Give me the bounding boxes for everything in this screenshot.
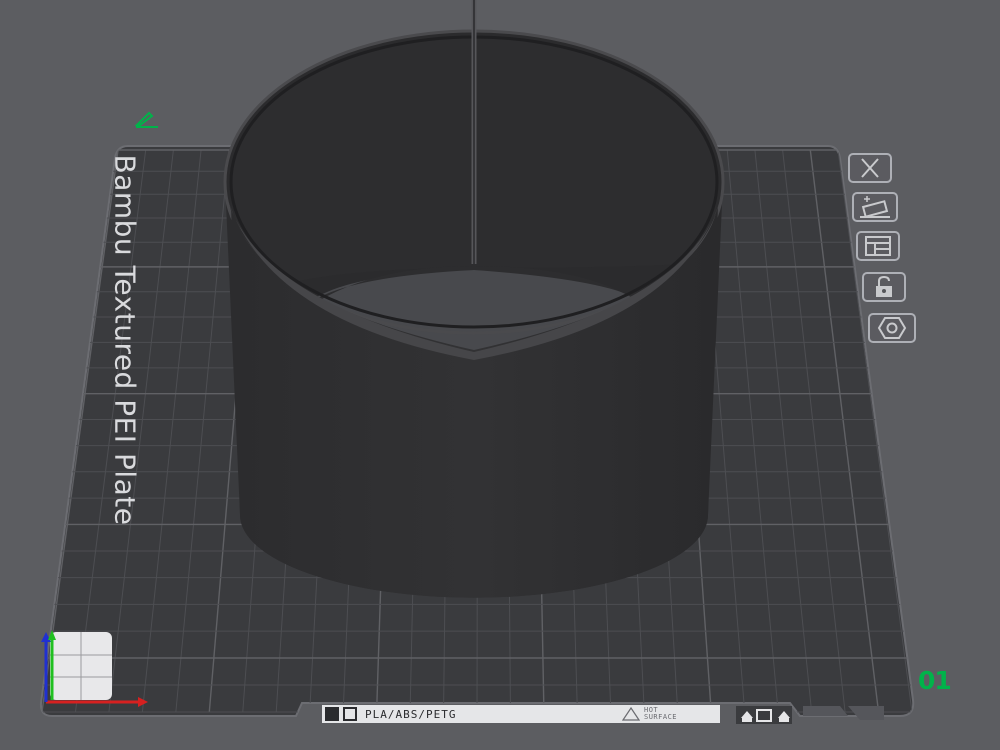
close-plate-button[interactable] xyxy=(848,153,892,183)
plate-tabs xyxy=(736,706,884,724)
arrange-icon xyxy=(863,234,893,258)
lock-icon xyxy=(871,275,897,299)
cylinder-model xyxy=(223,0,725,598)
arrange-button[interactable] xyxy=(856,231,900,261)
edit-icon[interactable] xyxy=(134,106,160,128)
material-text: PLA/ABS/PETG xyxy=(365,707,457,721)
plate-settings-button[interactable] xyxy=(868,313,916,343)
qr-code-icon xyxy=(325,707,339,721)
warning-triangle-icon xyxy=(622,707,640,721)
hot-surface-text: HOT SURFACE xyxy=(644,706,678,721)
auto-orient-button[interactable] xyxy=(852,192,898,222)
plate-number[interactable]: 01 xyxy=(918,666,952,695)
plate-name-label: Bambu Textured PEI Plate xyxy=(108,154,142,526)
3d-viewport[interactable]: Bambu Textured PEI Plate 01 PLA/ABS/PETG… xyxy=(0,0,1000,750)
qr-code-icon-2 xyxy=(343,707,357,721)
close-icon xyxy=(855,157,885,179)
auto-orient-icon xyxy=(858,195,892,219)
hot-surface-warning: HOT SURFACE xyxy=(622,706,677,722)
lock-plate-button[interactable] xyxy=(862,272,906,302)
hex-nut-icon xyxy=(877,315,907,341)
